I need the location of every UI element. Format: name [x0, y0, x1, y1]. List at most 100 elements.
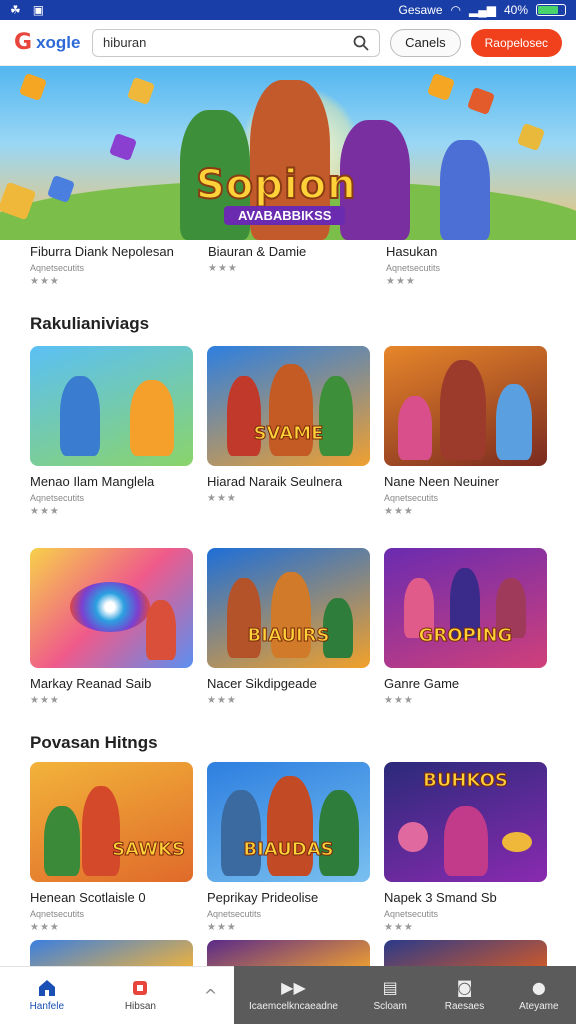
nav-label: Scloam [373, 1000, 407, 1012]
cube-decoration [18, 72, 48, 102]
app-card[interactable]: BUHKOS Napek 3 Smand Sb Aqnetsecutits ★★… [384, 762, 547, 933]
app-header: G xogle hiburan Canels Raopelosec [0, 20, 576, 66]
app-name: Nacer Sikdipgeade [207, 676, 317, 691]
star-rating: ★★★ [30, 506, 60, 517]
nav-label: Hanfele [29, 1001, 65, 1012]
app-name: Biauran & Damie [208, 244, 307, 259]
chevron-up-icon: ^ [203, 986, 218, 1005]
nav-partial[interactable]: ^ [187, 967, 234, 1024]
primary-button[interactable]: Raopelosec [470, 28, 562, 57]
thumbnail-title: SAWKS [112, 839, 186, 861]
settings-icon: ● [531, 978, 546, 997]
star-rating: ★★★ [30, 922, 60, 933]
app-thumbnail: GROPING [384, 548, 547, 668]
nav-books[interactable]: ▤ Scloam [353, 966, 427, 1024]
cube-decoration [126, 76, 156, 106]
logo[interactable]: G xogle [14, 30, 82, 55]
hero-banner[interactable]: Sopion AVABABBIKSS [0, 66, 576, 240]
battery-percent: 40% [503, 3, 528, 17]
logo-g-icon: G [14, 30, 33, 55]
cube-decoration [516, 122, 546, 152]
list-item[interactable]: Biauran & Damie ★★★ [208, 244, 386, 287]
battery-icon [536, 4, 566, 16]
featured-row: Fiburra Diank Nepolesan Aqnetsecutits ★★… [30, 244, 576, 287]
app-name: Fiburra Diank Nepolesan [30, 244, 174, 259]
nav-apps[interactable]: Hibsan [94, 967, 188, 1024]
nav-label: Raesaes [444, 1000, 485, 1012]
star-rating: ★★★ [207, 922, 237, 933]
app-grid: Markay Reanad Saib ★★★ BIAUIRS Nacer Sik… [30, 548, 547, 706]
signal-icon: ▂▄▆ [469, 3, 496, 17]
thumbnail-title: BIAUDAS [243, 839, 334, 861]
app-card[interactable]: BIAUDAS Peprikay Prideolise Aqnetsecutit… [207, 762, 370, 933]
app-card[interactable]: BIAUIRS Nacer Sikdipgeade ★★★ [207, 548, 370, 706]
cube-decoration [426, 72, 456, 102]
app-thumbnail [30, 548, 193, 668]
nav-profile[interactable]: ◙ Raesaes [427, 966, 501, 1024]
cancel-button[interactable]: Canels [390, 28, 461, 57]
android-icon: ☘ [10, 3, 21, 17]
app-card[interactable]: SVAME Hiarad Naraik Seulnera ★★★ [207, 346, 370, 517]
books-icon: ▤ [382, 978, 398, 997]
star-rating: ★★★ [384, 922, 414, 933]
app-card[interactable]: Menao Ilam Manglela Aqnetsecutits ★★★ [30, 346, 193, 517]
app-thumbnail: BUHKOS [384, 762, 547, 882]
notification-icon: ▣ [32, 3, 45, 17]
list-item[interactable]: Hasukan Aqnetsecutits ★★★ [386, 244, 564, 287]
star-rating: ★★★ [208, 263, 238, 274]
app-subtitle: Aqnetsecutits [30, 263, 85, 273]
app-name: Hiarad Naraik Seulnera [207, 474, 343, 489]
logo-text: xogle [36, 32, 81, 52]
app-name: Markay Reanad Saib [30, 676, 152, 691]
wifi-icon: ◠ [450, 3, 461, 17]
apps-icon [133, 981, 148, 995]
app-thumbnail [30, 346, 193, 466]
app-name: Peprikay Prideolise [207, 890, 319, 905]
search-icon[interactable] [353, 35, 369, 51]
app-subtitle: Aqnetsecutits [384, 909, 439, 919]
app-subtitle: Aqnetsecutits [384, 493, 439, 503]
app-card[interactable]: Markay Reanad Saib ★★★ [30, 548, 193, 706]
movies-icon: ▶▶ [281, 978, 306, 997]
nav-label: Hibsan [124, 1001, 156, 1012]
nav-home[interactable]: Hanfele [0, 967, 94, 1024]
app-name: Nane Neen Neuiner [384, 474, 499, 489]
search-value: hiburan [103, 35, 147, 50]
app-subtitle: Aqnetsecutits [30, 909, 85, 919]
app-card[interactable]: SAWKS Henean Scotlaisle 0 Aqnetsecutits … [30, 762, 193, 933]
section-title: Rakulianiviags [30, 314, 150, 333]
app-subtitle: Aqnetsecutits [30, 493, 85, 503]
star-rating: ★★★ [30, 695, 60, 706]
hero-subtitle: AVABABBIKSS [224, 206, 346, 225]
app-thumbnail [384, 346, 547, 466]
list-item[interactable]: Fiburra Diank Nepolesan Aqnetsecutits ★★… [30, 244, 208, 287]
app-card[interactable]: Nane Neen Neuiner Aqnetsecutits ★★★ [384, 346, 547, 517]
cube-decoration [466, 86, 496, 116]
character-figure [440, 140, 490, 240]
app-name: Henean Scotlaisle 0 [30, 890, 146, 905]
bottom-navigation: Hanfele Hibsan ^ ▶▶ Icaemcelkncaeadne ▤ … [0, 966, 576, 1024]
search-input[interactable]: hiburan [92, 28, 381, 57]
app-name: Ganre Game [384, 676, 460, 691]
status-text: Gesawe [398, 3, 443, 17]
nav-settings[interactable]: ● Ateyame [502, 966, 576, 1024]
app-grid: Menao Ilam Manglela Aqnetsecutits ★★★ SV… [30, 346, 547, 517]
star-rating: ★★★ [30, 276, 60, 287]
app-thumbnail: BIAUIRS [207, 548, 370, 668]
cube-decoration [108, 132, 138, 162]
app-name: Napek 3 Smand Sb [384, 890, 497, 905]
section-title: Povasan Hitngs [30, 733, 158, 752]
app-name: Hasukan [386, 244, 438, 259]
nav-movies[interactable]: ▶▶ Icaemcelkncaeadne [234, 966, 353, 1024]
app-name: Menao Ilam Manglela [30, 474, 155, 489]
star-rating: ★★★ [207, 695, 237, 706]
star-rating: ★★★ [384, 506, 414, 517]
star-rating: ★★★ [207, 493, 237, 504]
home-icon [38, 980, 55, 996]
thumbnail-title: BUHKOS [423, 770, 509, 792]
star-rating: ★★★ [384, 695, 414, 706]
app-thumbnail: SVAME [207, 346, 370, 466]
app-card[interactable]: GROPING Ganre Game ★★★ [384, 548, 547, 706]
app-subtitle: Aqnetsecutits [386, 263, 441, 273]
nav-label: Icaemcelkncaeadne [249, 1000, 338, 1012]
